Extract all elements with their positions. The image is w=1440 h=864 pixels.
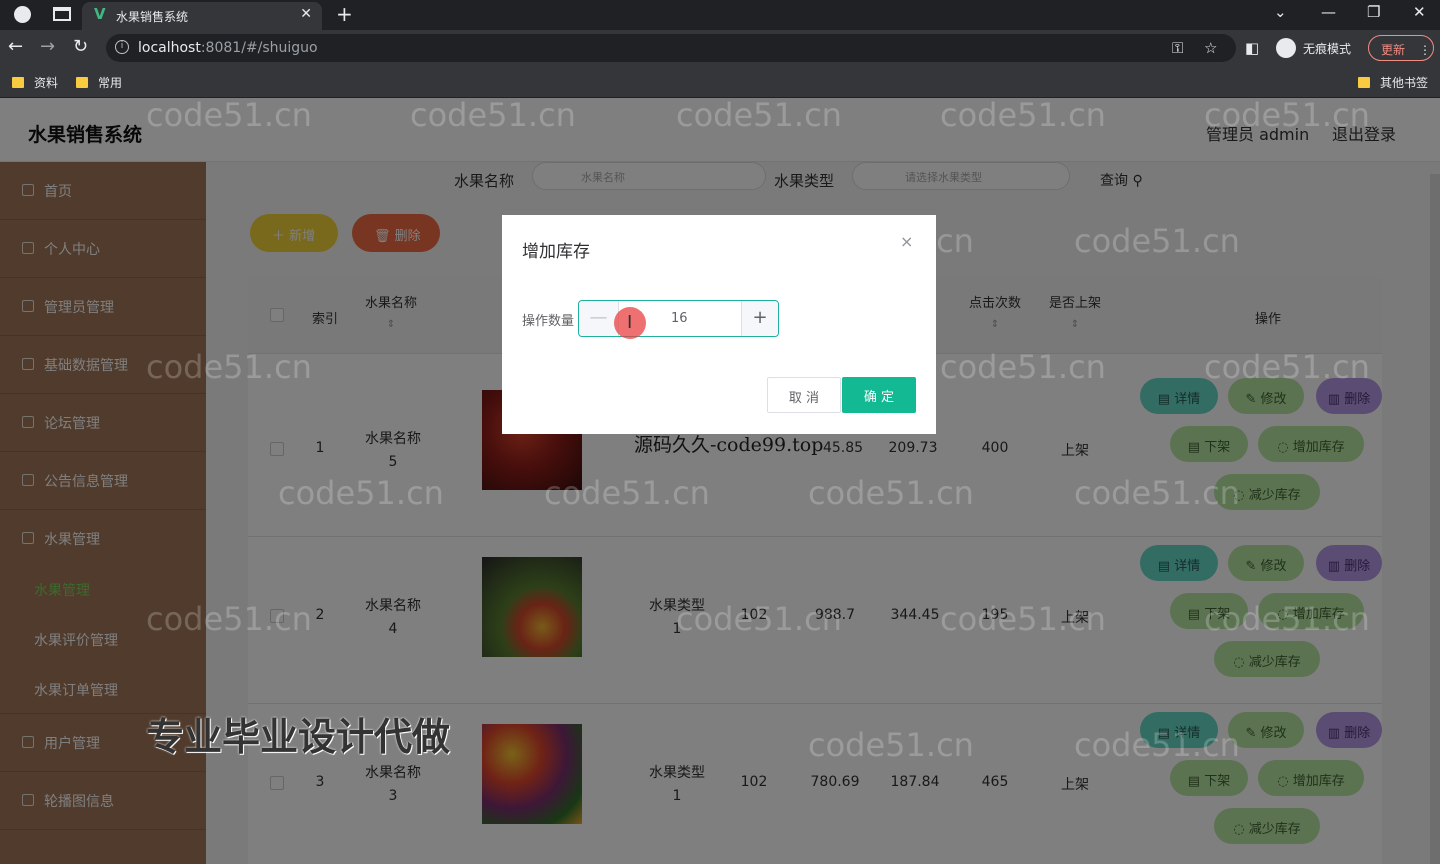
watermark: code51.cn: [544, 474, 710, 512]
site-info-icon[interactable]: i: [115, 40, 129, 54]
watermark: code51.cn: [676, 600, 842, 638]
bookmark-folder-changyong[interactable]: 常用: [76, 74, 122, 91]
quantity-stepper[interactable]: — 16 +: [578, 300, 779, 337]
watermark: code51.cn: [808, 726, 974, 764]
quantity-value[interactable]: 16: [671, 311, 688, 326]
forward-icon[interactable]: →: [40, 36, 55, 57]
quantity-label: 操作数量: [522, 314, 575, 329]
incognito-label[interactable]: 无痕模式: [1303, 40, 1351, 57]
watermark: code51.cn: [940, 600, 1106, 638]
new-tab-button[interactable]: +: [336, 2, 353, 26]
watermark: code51.cn: [1204, 348, 1370, 386]
omnibox[interactable]: i localhost:8081/#/shuiguo ⚿ ☆: [106, 34, 1236, 62]
minimize-icon[interactable]: —: [1321, 3, 1336, 21]
url-text[interactable]: localhost:8081/#/shuiguo: [138, 40, 318, 56]
decrement-button[interactable]: —: [579, 301, 619, 336]
watermark: code51.cn: [940, 348, 1106, 386]
window-icon[interactable]: [53, 7, 71, 21]
watermark: code51.cn: [278, 474, 444, 512]
address-bar: ← → ↻ i localhost:8081/#/shuiguo ⚿ ☆ ◧ 无…: [0, 30, 1440, 66]
sidepanel-icon[interactable]: ◧: [1245, 39, 1259, 57]
restore-icon[interactable]: ❐: [1367, 3, 1380, 21]
reload-icon[interactable]: ↻: [73, 36, 88, 57]
tab-search-icon[interactable]: [14, 6, 31, 23]
folder-icon: [76, 77, 88, 88]
update-button[interactable]: 更新 ⋮: [1368, 35, 1434, 61]
watermark: code51.cn: [1074, 474, 1240, 512]
bookmarks-bar: 资料 常用 其他书签: [0, 66, 1440, 98]
browser-tab-strip: V 水果销售系统 ✕ + ⌄ — ❐ ✕: [0, 0, 1440, 30]
tab-title: 水果销售系统: [116, 10, 189, 24]
text-cursor-icon: I: [627, 312, 633, 333]
back-icon[interactable]: ←: [8, 36, 23, 57]
watermark: code51.cn: [410, 96, 576, 134]
bookmark-folder-ziliao[interactable]: 资料: [12, 74, 58, 91]
tab-search-chevron-icon[interactable]: ⌄: [1274, 3, 1287, 21]
watermark: code51.cn: [808, 474, 974, 512]
bookmark-folder-other[interactable]: 其他书签: [1358, 74, 1428, 91]
browser-tab[interactable]: V 水果销售系统 ✕: [82, 2, 322, 30]
key-icon[interactable]: ⚿: [1172, 39, 1183, 57]
bookmark-star-icon[interactable]: ☆: [1204, 39, 1217, 57]
close-window-icon[interactable]: ✕: [1413, 3, 1426, 21]
watermark: code51.cn: [146, 600, 312, 638]
dialog-close-icon[interactable]: ×: [900, 232, 913, 251]
incognito-icon[interactable]: [1276, 38, 1296, 58]
watermark: code51.cn: [940, 96, 1106, 134]
tab-close-icon[interactable]: ✕: [300, 6, 312, 22]
increment-button[interactable]: +: [741, 301, 778, 336]
watermark: code51.cn: [676, 96, 842, 134]
source-watermark-text: 源码久久-code99.top: [634, 434, 824, 456]
increase-stock-dialog: 增加库存 × 操作数量 — 16 + I 取 消 确 定: [502, 215, 936, 434]
folder-icon: [12, 77, 24, 88]
watermark: code51.cn: [1074, 222, 1240, 260]
ad-overlay-text: 专业毕业设计代做: [146, 715, 451, 759]
watermark: code51.cn: [1204, 600, 1370, 638]
cancel-button[interactable]: 取 消: [767, 377, 841, 413]
vue-logo-icon: V: [94, 5, 106, 23]
watermark: code51.cn: [146, 96, 312, 134]
confirm-button[interactable]: 确 定: [842, 377, 916, 413]
dialog-title: 增加库存: [522, 242, 590, 262]
watermark: code51.cn: [1204, 96, 1370, 134]
watermark: code51.cn: [146, 348, 312, 386]
watermark: code51.cn: [1074, 726, 1240, 764]
folder-icon: [1358, 77, 1370, 88]
